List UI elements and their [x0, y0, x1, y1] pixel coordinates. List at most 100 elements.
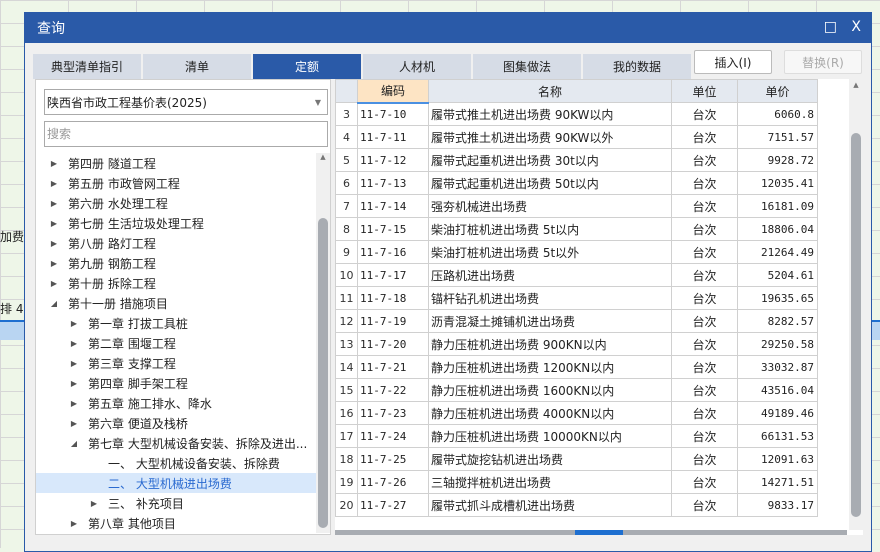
- code-cell: 11-7-21: [357, 355, 429, 379]
- tree-scrollbar-thumb[interactable]: [318, 218, 328, 528]
- tree-node[interactable]: ▶ 第七册 生活垃圾处理工程: [36, 213, 316, 233]
- expand-arrow-icon[interactable]: ▶: [68, 519, 80, 528]
- tree-node[interactable]: ▶ 第四册 隧道工程: [36, 153, 316, 173]
- tree-node[interactable]: ▶ 第二章 围堰工程: [36, 333, 316, 353]
- tree-node-label: 一、 大型机械设备安装、拆除费: [108, 456, 280, 471]
- table-row[interactable]: 5 11-7-12 履带式起重机进出场费 30t以内 台次 9928.72: [335, 148, 818, 172]
- price-cell: 9833.17: [737, 493, 818, 517]
- table-row[interactable]: 17 11-7-24 静力压桩机进出场费 10000KN以内 台次 66131.53: [335, 424, 818, 448]
- expand-arrow-icon[interactable]: ▶: [48, 219, 60, 228]
- tab-list[interactable]: 清单: [143, 54, 251, 79]
- table-row[interactable]: 15 11-7-22 静力压桩机进出场费 1600KN以内 台次 43516.04: [335, 378, 818, 402]
- replace-button[interactable]: 替换(R): [784, 50, 862, 74]
- tree-node[interactable]: ▶ 第九册 钢筋工程: [36, 253, 316, 273]
- header-name[interactable]: 名称: [428, 79, 672, 103]
- expand-arrow-icon[interactable]: ▶: [68, 339, 80, 348]
- tree-node[interactable]: ▶ 第八册 路灯工程: [36, 233, 316, 253]
- tab-labor-material-machine[interactable]: 人材机: [363, 54, 471, 79]
- expand-arrow-icon[interactable]: ▶: [48, 179, 60, 188]
- tree-node[interactable]: ◢ 第十一册 措施项目: [36, 293, 316, 313]
- tree-node[interactable]: ▶ 第六册 水处理工程: [36, 193, 316, 213]
- tree-node[interactable]: ▶ 第一章 打拔工具桩: [36, 313, 316, 333]
- expand-arrow-icon[interactable]: ▶: [48, 239, 60, 248]
- tree-node[interactable]: ▶ 第五章 施工排水、降水: [36, 393, 316, 413]
- table-row[interactable]: 6 11-7-13 履带式起重机进出场费 50t以内 台次 12035.41: [335, 171, 818, 195]
- table-scrollbar-thumb[interactable]: [851, 133, 861, 517]
- price-cell: 12091.63: [737, 447, 818, 471]
- expand-arrow-icon[interactable]: ▶: [48, 159, 60, 168]
- tree-node-label: 第四册 隧道工程: [68, 156, 156, 171]
- tree-node[interactable]: ▶ 第六章 便道及栈桥: [36, 413, 316, 433]
- price-cell: 19635.65: [737, 286, 818, 310]
- tree-node[interactable]: ▶ 三、 补充项目: [36, 493, 316, 513]
- tree-node[interactable]: ▶ 第十册 拆除工程: [36, 273, 316, 293]
- unit-cell: 台次: [671, 447, 738, 471]
- tab-atlas-method[interactable]: 图集做法: [473, 54, 581, 79]
- close-icon[interactable]: X: [851, 19, 861, 35]
- tree-node[interactable]: ◢ 第七章 大型机械设备安装、拆除及进出...: [36, 433, 316, 453]
- dialog-titlebar[interactable]: 查询 □ X: [25, 13, 871, 43]
- table-row[interactable]: 20 11-7-27 履带式抓斗成槽机进出场费 台次 9833.17: [335, 493, 818, 517]
- table-row[interactable]: 16 11-7-23 静力压桩机进出场费 4000KN以内 台次 49189.46: [335, 401, 818, 425]
- tab-typical-list-guide[interactable]: 典型清单指引: [33, 54, 141, 79]
- unit-cell: 台次: [671, 309, 738, 333]
- expand-arrow-icon[interactable]: ▶: [68, 359, 80, 368]
- tree-node-label: 第八册 路灯工程: [68, 236, 156, 251]
- price-cell: 14271.51: [737, 470, 818, 494]
- table-row[interactable]: 19 11-7-26 三轴搅拌桩机进出场费 台次 14271.51: [335, 470, 818, 494]
- table-row[interactable]: 3 11-7-10 履带式推土机进出场费 90KW以内 台次 6060.8: [335, 102, 818, 126]
- tree-node[interactable]: ▶ 第三章 支撑工程: [36, 353, 316, 373]
- expand-arrow-icon[interactable]: ▶: [48, 259, 60, 268]
- horizontal-scrollbar-thumb[interactable]: [575, 530, 623, 535]
- expand-arrow-icon[interactable]: ▶: [68, 419, 80, 428]
- table-row[interactable]: 14 11-7-21 静力压桩机进出场费 1200KN以内 台次 33032.87: [335, 355, 818, 379]
- header-unit[interactable]: 单位: [671, 79, 738, 103]
- tree-node-label: 第三章 支撑工程: [88, 356, 176, 371]
- table-row[interactable]: 10 11-7-17 压路机进出场费 台次 5204.61: [335, 263, 818, 287]
- search-input[interactable]: [44, 121, 328, 147]
- table-row[interactable]: 8 11-7-15 柴油打桩机进出场费 5t以内 台次 18806.04: [335, 217, 818, 241]
- tree-node[interactable]: 一、 大型机械设备安装、拆除费: [36, 453, 316, 473]
- expand-arrow-icon[interactable]: ▶: [68, 379, 80, 388]
- code-cell: 11-7-23: [357, 401, 429, 425]
- name-cell: 静力压桩机进出场费 10000KN以内: [428, 424, 672, 448]
- horizontal-scrollbar[interactable]: [335, 530, 847, 535]
- tree-node[interactable]: ▶ 第五册 市政管网工程: [36, 173, 316, 193]
- expand-arrow-icon[interactable]: ▶: [48, 199, 60, 208]
- code-cell: 11-7-11: [357, 125, 429, 149]
- table-row[interactable]: 7 11-7-14 强夯机械进出场费 台次 16181.09: [335, 194, 818, 218]
- collapse-arrow-icon[interactable]: ◢: [48, 299, 60, 308]
- table-row[interactable]: 12 11-7-19 沥青混凝土摊铺机进出场费 台次 8282.57: [335, 309, 818, 333]
- collapse-arrow-icon[interactable]: ◢: [68, 439, 80, 448]
- header-code[interactable]: 编码: [357, 79, 429, 104]
- tab-quota[interactable]: 定额: [253, 54, 361, 79]
- code-cell: 11-7-14: [357, 194, 429, 218]
- row-number: 3: [335, 102, 358, 126]
- library-select[interactable]: 陕西省市政工程基价表(2025) ▼: [44, 89, 328, 115]
- expand-arrow-icon[interactable]: ▶: [88, 499, 100, 508]
- price-cell: 12035.41: [737, 171, 818, 195]
- table-row[interactable]: 9 11-7-16 柴油打桩机进出场费 5t以外 台次 21264.49: [335, 240, 818, 264]
- tree-node[interactable]: 二、 大型机械进出场费: [36, 473, 316, 493]
- quota-table-panel: 编码 名称 单位 单价 3 11-7-10 履带式推土机进出场费 90KW以内 台次 6…: [335, 79, 863, 535]
- expand-arrow-icon[interactable]: ▶: [68, 399, 80, 408]
- expand-arrow-icon[interactable]: ▶: [68, 319, 80, 328]
- table-scrollbar[interactable]: ▲: [849, 79, 863, 530]
- tree-node-label: 第一章 打拔工具桩: [88, 316, 188, 331]
- scroll-up-icon[interactable]: ▲: [849, 79, 863, 89]
- table-row[interactable]: 4 11-7-11 履带式推土机进出场费 90KW以外 台次 7151.57: [335, 125, 818, 149]
- name-cell: 履带式推土机进出场费 90KW以内: [428, 102, 672, 126]
- table-row[interactable]: 13 11-7-20 静力压桩机进出场费 900KN以内 台次 29250.58: [335, 332, 818, 356]
- name-cell: 静力压桩机进出场费 900KN以内: [428, 332, 672, 356]
- tree-node[interactable]: ▶ 第四章 脚手架工程: [36, 373, 316, 393]
- tab-my-data[interactable]: 我的数据: [583, 54, 691, 79]
- header-price[interactable]: 单价: [737, 79, 818, 103]
- table-row[interactable]: 11 11-7-18 锚杆钻孔机进出场费 台次 19635.65: [335, 286, 818, 310]
- maximize-icon[interactable]: □: [824, 19, 837, 35]
- expand-arrow-icon[interactable]: ▶: [48, 279, 60, 288]
- table-row[interactable]: 18 11-7-25 履带式旋挖钻机进出场费 台次 12091.63: [335, 447, 818, 471]
- insert-button[interactable]: 插入(I): [694, 50, 772, 74]
- tree-node[interactable]: ▶ 第八章 其他项目: [36, 513, 316, 533]
- tree-scrollbar[interactable]: ▲: [316, 153, 330, 533]
- scroll-up-icon[interactable]: ▲: [316, 153, 330, 161]
